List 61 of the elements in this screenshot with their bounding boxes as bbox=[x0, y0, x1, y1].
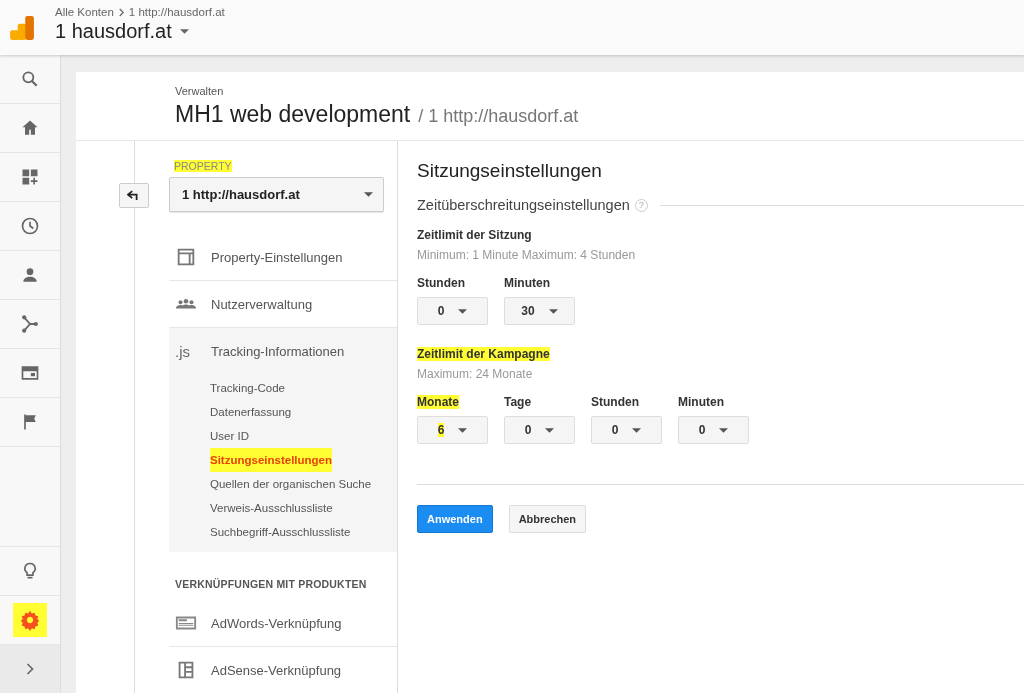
field-label: Minuten bbox=[504, 276, 550, 290]
page-title: MH1 web development bbox=[175, 101, 411, 128]
chevron-icon bbox=[117, 7, 125, 17]
menu-item[interactable]: Nutzerverwaltung bbox=[169, 281, 397, 327]
caret-icon bbox=[458, 427, 468, 433]
back-arrow-icon bbox=[127, 190, 141, 201]
breadcrumb-link[interactable]: Alle Konten bbox=[55, 6, 114, 18]
settings-title: Sitzungseinstellungen bbox=[417, 160, 603, 182]
value-dropdown[interactable]: 0 bbox=[678, 416, 749, 444]
window-icon bbox=[20, 363, 40, 383]
home-icon bbox=[20, 118, 40, 138]
caret-icon bbox=[458, 308, 468, 314]
group-hint: Maximum: 24 Monate bbox=[417, 367, 534, 381]
submenu-link[interactable]: Quellen der organischen Suche bbox=[210, 472, 372, 496]
submenu-link[interactable]: User ID bbox=[210, 424, 249, 448]
page-overline: Verwalten bbox=[175, 85, 225, 97]
account-selector[interactable]: 1 hausdorf.at bbox=[55, 20, 225, 43]
value-dropdown[interactable]: 30 bbox=[504, 297, 575, 325]
value-dropdown[interactable]: 0 bbox=[504, 416, 575, 444]
submenu-link[interactable]: Verweis-Ausschlussliste bbox=[210, 496, 333, 520]
submenu-link[interactable]: Datenerfassung bbox=[210, 400, 292, 424]
field-label: Stunden bbox=[591, 395, 639, 409]
bar-chart-logo bbox=[9, 14, 35, 41]
section-label: PROPERTY bbox=[174, 160, 232, 172]
value-dropdown[interactable]: 6 bbox=[417, 416, 488, 444]
caret-icon bbox=[632, 427, 642, 433]
js-icon: .js bbox=[175, 342, 197, 360]
section-heading: VERKNÜPFUNGEN MIT PRODUKTEN bbox=[174, 577, 368, 592]
submenu-link[interactable]: Suchbegriff-Ausschlussliste bbox=[210, 520, 351, 544]
field-label: Tage bbox=[504, 395, 532, 409]
submenu-link[interactable]: Sitzungseinstellungen bbox=[210, 448, 333, 472]
clock-icon bbox=[20, 216, 40, 236]
menu-item[interactable]: AdWords-Verknüpfung bbox=[169, 600, 397, 647]
group-hint: Minimum: 1 Minute Maximum: 4 Stunden bbox=[417, 248, 637, 262]
field-label: Stunden bbox=[417, 276, 465, 290]
menu-item[interactable]: Property-Einstellungen bbox=[169, 234, 397, 280]
dashboard-icon bbox=[20, 167, 40, 187]
caret-icon bbox=[719, 427, 729, 433]
submenu-link[interactable]: Tracking-Code bbox=[210, 376, 285, 400]
value-dropdown[interactable]: 0 bbox=[591, 416, 662, 444]
caret-icon bbox=[179, 29, 189, 34]
group-title: Zeitlimit der Sitzung bbox=[417, 228, 532, 242]
back-button[interactable] bbox=[119, 183, 149, 208]
caret-icon bbox=[545, 427, 555, 433]
field-label: Minuten bbox=[678, 395, 724, 409]
page-subtitle: / 1 http://hausdorf.at bbox=[418, 106, 579, 127]
menu-item[interactable]: AdSense-Verknüpfung bbox=[169, 647, 397, 693]
share-icon bbox=[20, 314, 40, 334]
field-label: Monate bbox=[417, 395, 459, 409]
search-icon bbox=[20, 69, 40, 89]
caret-icon bbox=[548, 308, 558, 314]
caret-icon bbox=[364, 192, 373, 197]
section-title: Zeitüberschreitungseinstellungen bbox=[417, 197, 630, 213]
layout-icon bbox=[175, 246, 197, 268]
breadcrumb-link[interactable]: 1 http://hausdorf.at bbox=[128, 6, 225, 18]
value-dropdown[interactable]: 0 bbox=[417, 297, 488, 325]
cancel-button[interactable]: Abbrechen bbox=[508, 505, 587, 533]
group-title: Zeitlimit der Kampagne bbox=[417, 347, 550, 361]
menu-item[interactable]: .js Tracking-Informationen bbox=[169, 328, 397, 374]
person-icon bbox=[20, 265, 40, 285]
property-dropdown[interactable]: 1 http://hausdorf.at bbox=[169, 177, 384, 212]
